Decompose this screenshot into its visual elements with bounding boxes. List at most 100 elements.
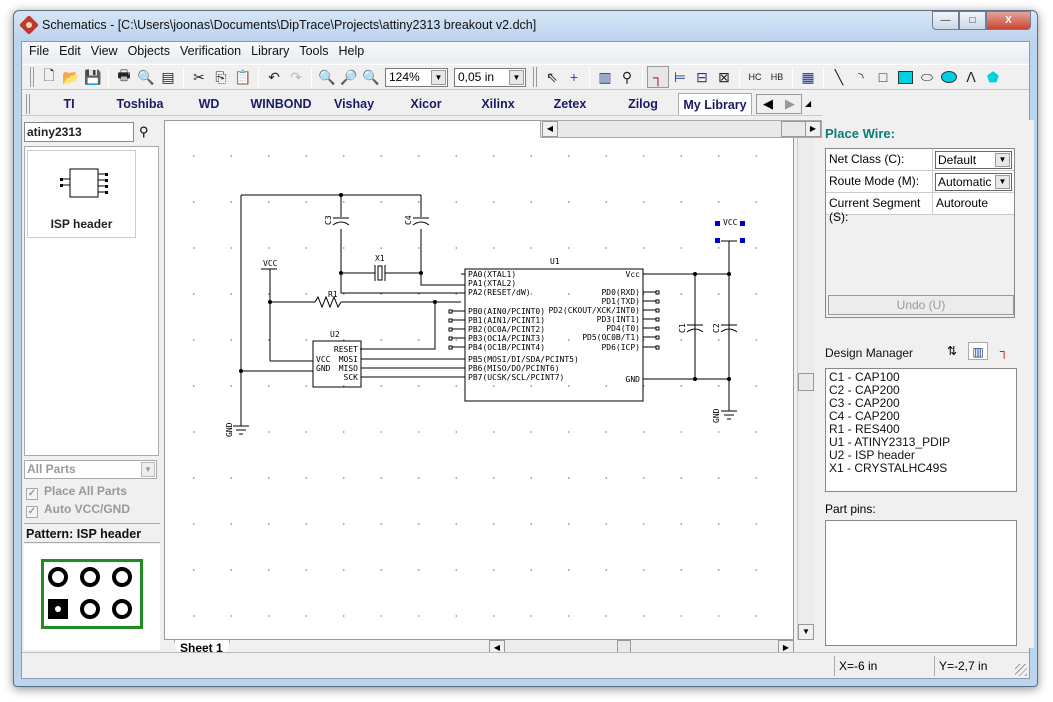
chevron-down-icon[interactable]: ▼ [995, 175, 1010, 189]
schematic-canvas[interactable]: U1 PA0(XTAL1) PA1(XTAL2) PA2(RESET/dW) P… [164, 120, 794, 640]
checkbox-checked-icon[interactable]: ✓ [26, 506, 38, 518]
close-button[interactable]: X [986, 11, 1031, 30]
new-icon[interactable]: 🗋 [38, 66, 60, 88]
save-icon[interactable]: 💾 [82, 66, 104, 88]
chevron-down-icon[interactable]: ▼ [141, 462, 155, 477]
nets-view-icon[interactable]: ┐ [994, 342, 1014, 360]
u1-pin-label: PB1(AIN1/PCINT1) [468, 316, 545, 325]
grid-size-select[interactable]: 0,05 in ▼ [454, 67, 526, 87]
checkbox-checked-icon[interactable]: ✓ [26, 488, 38, 500]
scroll-thumb[interactable] [798, 373, 814, 391]
menu-library[interactable]: Library [246, 42, 294, 62]
place-all-parts-checkbox[interactable]: ✓ Place All Parts [26, 484, 127, 500]
list-item[interactable]: X1 - CRYSTALHC49S [829, 462, 1013, 475]
redo-icon[interactable]: ↷ [285, 66, 307, 88]
lib-tab-toshiba[interactable]: Toshiba [104, 93, 176, 115]
lib-tab-zilog[interactable]: Zilog [608, 93, 678, 115]
cut-icon[interactable]: ✂ [188, 66, 210, 88]
zoom-window-icon[interactable]: 🔍 [316, 66, 338, 88]
table-icon[interactable]: ▦ [797, 66, 819, 88]
rectangle-icon[interactable]: □ [872, 66, 894, 88]
binoculars-search-icon[interactable]: ⚲ [139, 124, 149, 140]
chevron-down-icon[interactable]: ▼ [431, 69, 446, 85]
scroll-thumb[interactable] [781, 121, 807, 137]
lib-tab-xilinx[interactable]: Xilinx [464, 93, 532, 115]
scroll-down-icon[interactable]: ▼ [798, 624, 814, 640]
arc-icon[interactable]: ◝ [850, 66, 872, 88]
u1-pin-label: PB2(OC0A/PCINT2) [468, 325, 545, 334]
tab-scroll-right-icon[interactable]: ▶ [779, 95, 801, 113]
lib-tab-my-library[interactable]: My Library [678, 92, 752, 115]
menu-file[interactable]: File [24, 42, 54, 62]
current-segment-value[interactable]: Autoroute [933, 193, 1014, 214]
u1-pin-label: PB3(OC1A/PCINT3) [468, 334, 545, 343]
lib-tab-wd[interactable]: WD [176, 93, 242, 115]
component-list[interactable]: C1 - CAP100 C2 - CAP200 C3 - CAP200 C4 -… [825, 368, 1017, 492]
crosshair-icon[interactable]: + [563, 66, 585, 88]
lib-tab-xicor[interactable]: Xicor [388, 93, 464, 115]
canvas-vertical-scrollbar[interactable]: ▼ [797, 138, 814, 640]
title-bar[interactable]: Schematics - [C:\Users\joonas\Documents\… [14, 11, 1037, 41]
place-bus-icon[interactable]: ⊨ [669, 66, 691, 88]
find-icon[interactable]: ⚲ [616, 66, 638, 88]
place-wire-icon[interactable]: ┐ [647, 66, 669, 88]
lib-tab-vishay[interactable]: Vishay [320, 93, 388, 115]
menu-verification[interactable]: Verification [175, 42, 246, 62]
lib-tab-ti[interactable]: TI [34, 93, 104, 115]
filled-ellipse-icon[interactable] [938, 66, 960, 88]
auto-vcc-gnd-checkbox[interactable]: ✓ Auto VCC/GND [26, 502, 130, 518]
tab-menu-icon[interactable]: ◢ [805, 99, 811, 108]
zoom-in-icon[interactable]: 🔎 [338, 66, 360, 88]
part-pins-list[interactable] [825, 520, 1017, 646]
part-list[interactable]: ISP header [24, 146, 159, 456]
print-icon[interactable]: 🖶 [113, 66, 135, 88]
wire [420, 273, 461, 286]
polygon-icon[interactable]: ⬟ [982, 66, 1004, 88]
line-icon[interactable]: ╲ [828, 66, 850, 88]
menu-view[interactable]: View [86, 42, 123, 62]
lib-tab-winbond[interactable]: WINBOND [242, 93, 320, 115]
hierarchy-in-icon[interactable]: HC [744, 66, 766, 88]
filled-rectangle-icon[interactable] [894, 66, 916, 88]
net-port-icon[interactable]: ⊟ [691, 66, 713, 88]
zoom-select[interactable]: 124% ▼ [385, 67, 448, 87]
toolbar-grip[interactable] [30, 67, 34, 87]
library-scrollbar[interactable]: ◀ ▶ [540, 120, 822, 138]
undo-button[interactable]: Undo (U) [828, 295, 1014, 315]
lib-tab-zetex[interactable]: Zetex [532, 93, 608, 115]
maximize-button[interactable]: □ [959, 11, 986, 30]
hierarchy-block-icon[interactable]: HB [766, 66, 788, 88]
scroll-right-icon[interactable]: ▶ [805, 121, 821, 137]
scroll-left-icon[interactable]: ◀ [542, 121, 558, 137]
menu-objects[interactable]: Objects [123, 42, 175, 62]
chevron-down-icon[interactable]: ▼ [995, 153, 1010, 167]
ellipse-icon[interactable]: ⬭ [916, 66, 938, 88]
part-search-input[interactable]: atiny2313 [24, 122, 134, 142]
part-card-isp-header[interactable]: ISP header [27, 150, 136, 238]
menu-help[interactable]: Help [334, 42, 370, 62]
place-part-icon[interactable]: ▥ [594, 66, 616, 88]
tab-scroll-left-icon[interactable]: ◀ [757, 95, 779, 113]
print-preview-icon[interactable]: 🔍 [135, 66, 157, 88]
menu-tools[interactable]: Tools [294, 42, 333, 62]
sort-list-icon[interactable]: ⇅ [942, 342, 962, 360]
chevron-down-icon[interactable]: ▼ [509, 69, 524, 85]
undo-icon[interactable]: ↶ [263, 66, 285, 88]
paste-icon[interactable]: 📋 [232, 66, 254, 88]
bus-entry-icon[interactable]: ⊠ [713, 66, 735, 88]
menu-edit[interactable]: Edit [54, 42, 86, 62]
open-icon[interactable]: 📂 [60, 66, 82, 88]
part-filter-select[interactable]: All Parts ▼ [24, 460, 157, 479]
copy-icon[interactable]: ⎘ [210, 66, 232, 88]
zoom-out-icon[interactable]: 🔍 [360, 66, 382, 88]
polyline-icon[interactable]: ᐱ [960, 66, 982, 88]
route-mode-select[interactable]: Automatic ▼ [935, 173, 1012, 191]
components-view-icon[interactable]: ▥ [968, 342, 988, 360]
select-icon[interactable]: ⇖ [541, 66, 563, 88]
minimize-button[interactable]: — [932, 11, 959, 30]
net-class-select[interactable]: Default ▼ [935, 151, 1012, 169]
resize-grip-icon[interactable] [1015, 664, 1027, 676]
toolbar-grip[interactable] [533, 67, 537, 87]
toolbar-grip[interactable] [26, 93, 30, 114]
report-icon[interactable]: ▤ [157, 66, 179, 88]
